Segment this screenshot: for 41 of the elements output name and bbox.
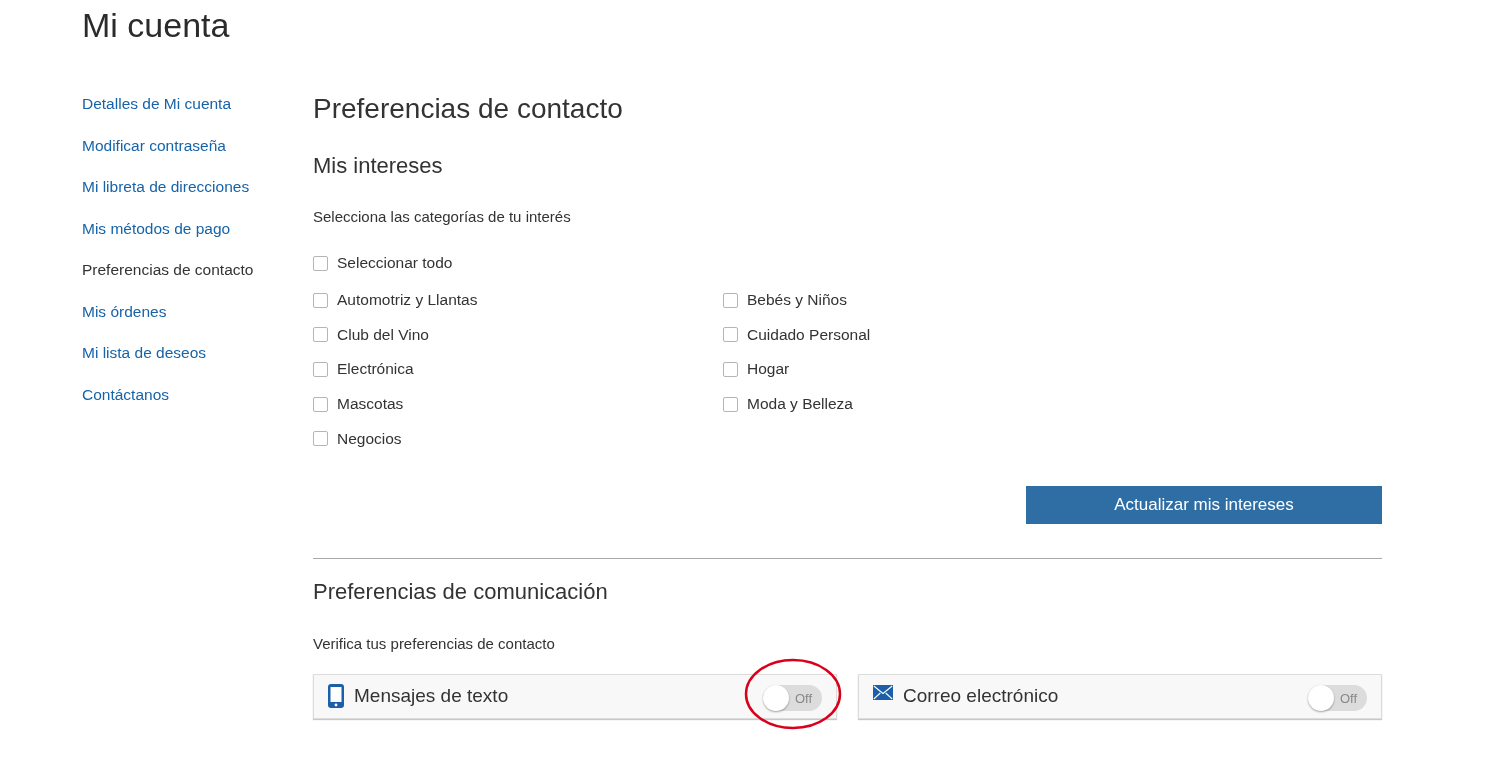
sidebar-link[interactable]: Modificar contraseña	[82, 135, 226, 156]
checkbox[interactable]	[723, 327, 738, 343]
checkbox-label: Cuidado Personal	[747, 325, 871, 344]
checkbox-label: Negocios	[337, 429, 402, 448]
checkbox[interactable]	[723, 361, 738, 377]
checkbox[interactable]	[313, 327, 328, 343]
sidebar-link[interactable]: Mi libreta de direcciones	[82, 177, 250, 197]
checkbox[interactable]	[723, 396, 738, 412]
checkbox[interactable]	[313, 431, 328, 447]
channel-label: Mensajes de texto	[354, 685, 510, 708]
checkbox-label: Hogar	[747, 360, 790, 379]
update-interests-button[interactable]: Actualizar mis intereses	[1026, 485, 1382, 524]
instructions-text: Verifica tus preferencias de contacto	[313, 633, 556, 654]
checkbox-label: Bebés y Niños	[747, 291, 847, 309]
checkbox-label: Moda y Belleza	[747, 395, 853, 414]
checkbox-label: Mascotas	[337, 395, 404, 414]
checkbox[interactable]	[313, 292, 328, 308]
sidebar-link[interactable]: Mis órdenes	[82, 301, 167, 322]
section-title: Preferencias de contacto	[313, 92, 624, 126]
checkbox-label: Electrónica	[337, 360, 414, 379]
toggle-knob	[1308, 685, 1334, 712]
channel-label: Correo electrónico	[903, 685, 1060, 708]
envelope-icon	[873, 684, 893, 700]
toggle-knob	[763, 685, 789, 712]
checkbox[interactable]	[313, 255, 328, 271]
checkbox[interactable]	[313, 396, 328, 412]
subsection-title: Preferencias de comunicación	[313, 577, 609, 606]
instructions-text: Selecciona las categorías de tu interés	[313, 207, 572, 227]
sidebar-link[interactable]: Contáctanos	[82, 384, 170, 405]
checkbox[interactable]	[313, 361, 328, 377]
sidebar-link[interactable]: Preferencias de contacto	[82, 260, 254, 280]
page-title: Mi cuenta	[82, 5, 231, 46]
checkbox-label: Club del Vino	[337, 325, 429, 344]
sidebar-link[interactable]: Mi lista de deseos	[82, 343, 207, 363]
subsection-title: Mis intereses	[313, 152, 444, 180]
phone-icon	[328, 684, 344, 709]
sidebar-link[interactable]: Detalles de Mi cuenta	[82, 94, 232, 114]
checkbox[interactable]	[723, 292, 738, 308]
checkbox-label: Seleccionar todo	[337, 254, 453, 272]
sidebar-link[interactable]: Mis métodos de pago	[82, 218, 231, 239]
checkbox-label: Automotriz y Llantas	[337, 291, 478, 309]
